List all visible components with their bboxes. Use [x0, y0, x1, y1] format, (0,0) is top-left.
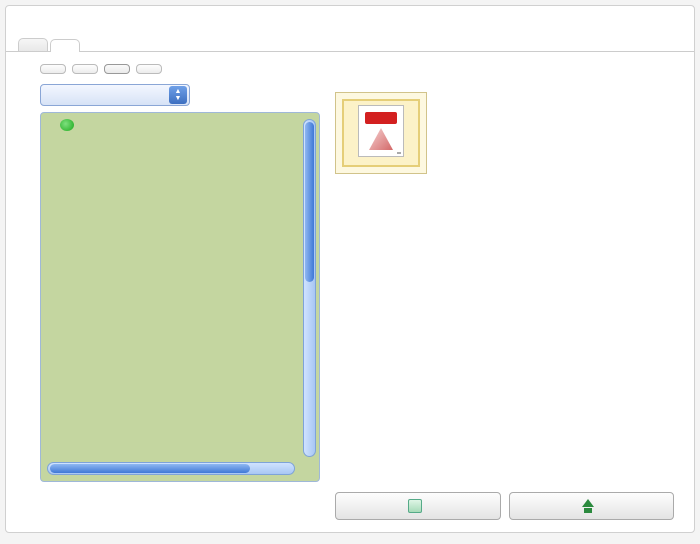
left-pane: ▲▼ — [40, 84, 320, 520]
globe-icon — [60, 119, 74, 131]
attachments-grid — [335, 92, 427, 174]
updown-icon: ▲▼ — [169, 86, 187, 104]
tree-panel — [40, 112, 320, 482]
tree-horizontal-scrollbar[interactable] — [47, 462, 295, 475]
upload-icon — [581, 499, 595, 513]
scroll-thumb[interactable] — [50, 464, 250, 473]
tab-link-internal-file[interactable] — [50, 39, 80, 52]
pdf-icon — [358, 105, 404, 157]
tab-link-internal-page[interactable] — [18, 38, 48, 51]
tree-vertical-scrollbar[interactable] — [303, 119, 316, 457]
dialog-title — [6, 6, 694, 38]
apply-icon — [408, 499, 422, 513]
upload-new-file-button[interactable] — [509, 492, 675, 520]
adobe-badge — [397, 152, 401, 154]
tab-current-attachments[interactable] — [40, 64, 66, 74]
secondary-tabs — [6, 52, 694, 84]
tab-browse-content[interactable] — [104, 64, 130, 74]
apply-selected-button[interactable] — [335, 492, 501, 520]
primary-tabs — [6, 38, 694, 52]
pdf-badge — [365, 112, 397, 124]
tab-search-files[interactable] — [136, 64, 162, 74]
folder-tree — [47, 117, 319, 461]
spacer-icon — [47, 120, 58, 131]
source-select[interactable]: ▲▼ — [40, 84, 190, 106]
attachment-item[interactable] — [342, 99, 420, 167]
action-buttons — [335, 492, 674, 520]
link-picker-dialog: ▲▼ — [5, 5, 695, 533]
scroll-thumb[interactable] — [305, 122, 314, 282]
tree-root[interactable] — [47, 117, 319, 133]
right-pane — [335, 84, 674, 520]
tab-recent-uploads[interactable] — [72, 64, 98, 74]
